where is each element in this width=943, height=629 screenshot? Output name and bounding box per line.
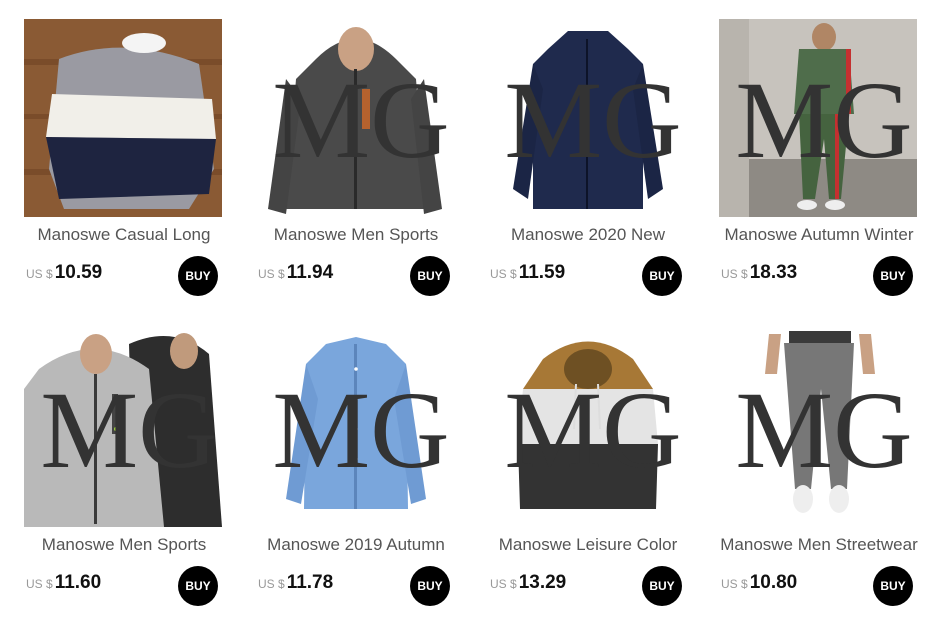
buy-button[interactable]: BUY [178,256,218,296]
currency-label: US $ [26,267,53,281]
striped-sweater-image [24,19,222,217]
product-card[interactable]: MG Manoswe Leisure Color US $13.29 BUY [488,329,688,629]
product-price: US $10.80 [721,572,797,594]
product-title[interactable]: Manoswe 2019 Autumn [256,535,456,555]
product-image[interactable]: MG [256,329,454,527]
product-title[interactable]: Manoswe 2020 New [488,225,688,245]
brand-logo-text: MG [735,59,912,181]
brand-logo-icon: MG [735,59,912,181]
buy-button[interactable]: BUY [410,566,450,606]
brand-logo-text: MG [272,59,449,181]
price-amount: 11.78 [286,572,334,593]
brand-logo-icon: MG [272,59,449,181]
price-amount: 11.60 [54,572,102,593]
price-amount: 11.59 [518,262,566,283]
product-image[interactable]: MG [488,19,686,217]
currency-label: US $ [26,577,53,591]
product-card[interactable]: MG Manoswe Autumn Winter US $18.33 BUY [719,19,919,319]
product-card[interactable]: MG Manoswe 2020 New US $11.59 BUY [488,19,688,319]
brand-logo-text: MG [735,369,912,491]
brand-logo-text: MG [272,369,449,491]
product-card[interactable]: MG Manoswe 2019 Autumn US $11.78 BUY [256,329,456,629]
currency-label: US $ [258,577,285,591]
product-image[interactable]: MG [24,329,222,527]
product-title[interactable]: Manoswe Autumn Winter [719,225,919,245]
product-image[interactable] [24,19,222,217]
product-card[interactable]: MG Manoswe Men Sports US $11.94 BUY [256,19,456,319]
currency-label: US $ [258,267,285,281]
product-image[interactable]: MG [488,329,686,527]
product-price: US $11.78 [258,572,333,594]
price-amount: 11.94 [286,262,334,283]
price-amount: 10.80 [749,572,798,593]
brand-logo-text: MG [504,59,681,181]
product-card[interactable]: MG Manoswe Men Streetwear US $10.80 BUY [719,329,919,629]
product-price: US $11.60 [26,572,101,594]
product-price: US $10.59 [26,262,102,284]
product-card[interactable]: Manoswe Casual Long US $10.59 BUY [24,19,224,319]
product-title[interactable]: Manoswe Casual Long [24,225,224,245]
currency-label: US $ [721,577,748,591]
brand-logo-icon: MG [504,59,681,181]
buy-button[interactable]: BUY [642,256,682,296]
buy-button[interactable]: BUY [873,566,913,606]
product-price: US $11.59 [490,262,565,284]
brand-logo-icon: MG [735,369,912,491]
price-amount: 10.59 [54,262,103,283]
buy-button[interactable]: BUY [410,256,450,296]
price-amount: 18.33 [749,262,798,283]
product-card[interactable]: MG Manoswe Men Sports US $11.60 BUY [24,329,224,629]
product-price: US $11.94 [258,262,333,284]
brand-logo-icon: MG [504,369,681,491]
brand-logo-text: MG [504,369,681,491]
buy-button[interactable]: BUY [178,566,218,606]
product-title[interactable]: Manoswe Leisure Color [488,535,688,555]
currency-label: US $ [490,577,517,591]
brand-logo-icon: MG [272,369,449,491]
product-price: US $13.29 [490,572,566,594]
buy-button[interactable]: BUY [873,256,913,296]
product-image[interactable]: MG [256,19,454,217]
product-image[interactable]: MG [719,19,917,217]
price-amount: 13.29 [518,572,567,593]
product-image[interactable]: MG [719,329,917,527]
product-title[interactable]: Manoswe Men Sports [24,535,224,555]
brand-logo-icon: MG [40,369,217,491]
product-title[interactable]: Manoswe Men Streetwear [719,535,919,555]
product-price: US $18.33 [721,262,797,284]
currency-label: US $ [490,267,517,281]
product-title[interactable]: Manoswe Men Sports [256,225,456,245]
buy-button[interactable]: BUY [642,566,682,606]
currency-label: US $ [721,267,748,281]
brand-logo-text: MG [40,369,217,491]
